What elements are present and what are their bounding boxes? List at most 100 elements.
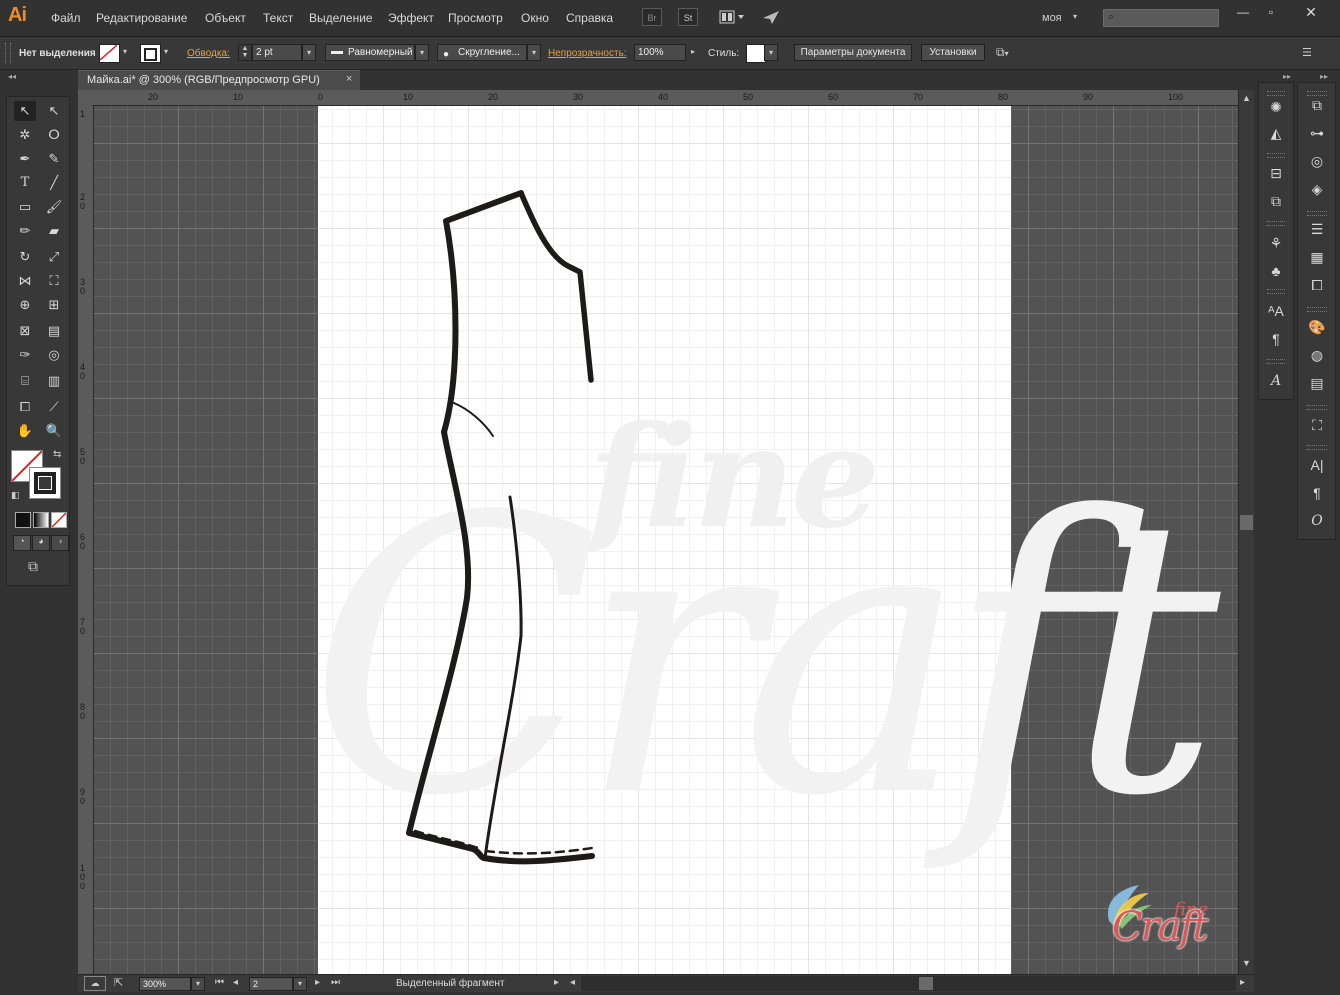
pen-tool-icon[interactable]: ✒ [14,149,36,169]
collapse-toolbar-icon[interactable]: ◂◂ [8,72,16,81]
next-artboard-icon[interactable]: ▸ [315,977,320,988]
panel-grip[interactable] [1267,221,1285,226]
status-menu-arrow-icon[interactable]: ▸ [554,977,559,988]
brush-dropdown[interactable]: ▾ [527,44,541,61]
vertical-ruler[interactable]: 1 2 0 3 0 4 0 5 0 6 0 7 0 8 0 9 0 1 0 0 [78,106,94,974]
selection-tool-icon[interactable]: ↖ [14,101,36,121]
arrange-documents-icon[interactable] [719,10,745,24]
symbols-panel-icon[interactable]: ◭ [1264,123,1288,143]
collapse-dock2-icon[interactable]: ▸▸ [1320,72,1328,81]
scroll-down-icon[interactable]: ▼ [1242,958,1251,968]
panel-grip[interactable] [1307,405,1327,410]
asset-export-panel-icon[interactable]: ⚘ [1264,233,1288,253]
horizontal-scrollbar[interactable] [581,976,1236,991]
scroll-left-icon[interactable]: ◂ [570,977,575,988]
opacity-field[interactable]: 100% [634,44,686,61]
width-tool-icon[interactable]: ⋈ [14,271,36,291]
magic-wand-tool-icon[interactable]: ✲ [14,125,36,145]
swatches-grid-panel-icon[interactable]: ▦ [1305,247,1329,267]
scroll-right-icon[interactable]: ▸ [1240,977,1245,988]
clubs-symbol-icon[interactable]: ♣ [1264,261,1288,281]
line-tool-icon[interactable]: ╱ [43,173,65,193]
curvature-tool-icon[interactable]: ✎ [43,149,65,169]
vertical-scroll-thumb[interactable] [1240,515,1253,530]
character-styles-panel-icon[interactable]: ᴬA [1264,301,1288,321]
vertical-scrollbar[interactable]: ▲ ▼ [1238,90,1254,974]
column-graph-tool-icon[interactable]: ▥ [43,371,65,391]
fill-dropdown[interactable]: ▾ [118,44,132,61]
panel-grip[interactable] [5,43,11,63]
transform-panel-icon[interactable]: ⧉ [1305,95,1329,115]
pathfinder-panel-icon[interactable]: ⧉ [1264,191,1288,211]
close-tab-icon[interactable]: × [346,73,352,85]
rotate-tool-icon[interactable]: ↻ [14,247,36,267]
scale-tool-icon[interactable]: ⤢ [43,247,65,267]
artboard-tool-icon[interactable]: ⧠ [14,397,36,417]
direct-selection-tool-icon[interactable]: ↖ [43,101,65,121]
panel-grip[interactable] [1307,445,1327,450]
stroke-color-box[interactable] [29,467,61,499]
menu-window[interactable]: Окно [521,11,549,25]
paintbrush-tool-icon[interactable]: 🖌 [43,197,65,217]
scroll-up-icon[interactable]: ▲ [1242,93,1251,103]
graphic-style-swatch[interactable] [746,44,766,63]
menu-file[interactable]: Файл [51,11,81,25]
stroke-weight-stepper[interactable]: ▲ ▼ [238,44,252,61]
search-input[interactable]: ⌕ [1103,9,1219,27]
shape-builder-tool-icon[interactable]: ⊕ [14,295,36,315]
paragraph-styles-panel-icon[interactable]: ¶ [1264,329,1288,349]
menu-object[interactable]: Объект [205,11,246,25]
artboard-number-field[interactable]: 2 [249,977,293,991]
menu-view[interactable]: Просмотр [448,11,503,25]
paragraph-panel-icon[interactable]: ¶ [1305,483,1329,503]
pencil-tool-icon[interactable]: ✏ [14,221,36,241]
workspace-switcher[interactable]: моя [1042,12,1062,24]
gradient-mode-icon[interactable] [33,512,49,528]
document-tab[interactable]: Майка.ai* @ 300% (RGB/Предпросмотр GPU) … [78,70,360,90]
menu-effect[interactable]: Эффект [388,11,434,25]
stroke-panel-link[interactable]: Обводка: [187,48,230,59]
properties-panel-icon[interactable]: ☰ [1305,219,1329,239]
horizontal-scroll-thumb[interactable] [919,977,933,990]
panel-grip[interactable] [1267,91,1285,96]
draw-normal-icon[interactable]: ◔ [13,535,31,551]
eraser-tool-icon[interactable]: ▰ [43,221,65,241]
panel-grip[interactable] [1267,359,1285,364]
none-mode-icon[interactable] [51,512,67,528]
gradient-panel-icon[interactable]: ▤ [1305,373,1329,393]
default-colors-icon[interactable]: ◧ [11,490,20,501]
rectangle-tool-icon[interactable]: ▭ [14,197,36,217]
panel-grip[interactable] [1307,307,1327,312]
opacity-slider-arrow[interactable]: ▸ [686,44,700,61]
document-setup-button[interactable]: Параметры документа [794,44,912,61]
artboards-panel-icon[interactable]: ⧠ [1305,275,1329,295]
last-artboard-icon[interactable]: ⏭ [331,977,340,988]
gradient-tool-icon[interactable]: ▤ [43,321,65,341]
stroke-dropdown[interactable]: ▾ [159,44,173,61]
eyedropper-tool-icon[interactable]: ✑ [14,345,36,365]
slice-tool-icon[interactable]: ⟋ [43,397,65,417]
stroke-weight-dropdown[interactable]: ▾ [302,44,316,61]
artboard-nav-panel-icon[interactable]: ⛶ [1305,415,1329,435]
color-panel-icon[interactable]: 🎨 [1305,317,1329,337]
menu-edit[interactable]: Редактирование [96,11,187,25]
glyphs-panel-icon[interactable]: A [1264,371,1288,391]
lasso-tool-icon[interactable]: ⵔ [43,125,65,145]
first-artboard-icon[interactable]: ⏮ [215,977,224,988]
perspective-grid-tool-icon[interactable]: ⊞ [43,295,65,315]
panel-grip[interactable] [1307,211,1327,216]
swap-fill-stroke-icon[interactable]: ⇆ [53,449,61,460]
fill-swatch[interactable] [99,44,120,63]
close-window-button[interactable]: ✕ [1298,4,1324,20]
opacity-panel-link[interactable]: Непрозрачность: [548,48,627,59]
stroke-weight-field[interactable]: 2 pt [252,44,302,61]
stroke-swatch[interactable] [140,44,161,63]
stock-button[interactable]: St [678,8,698,26]
horizontal-ruler[interactable]: 20 10 0 10 20 30 40 50 60 70 80 90 100 [92,90,1238,106]
tank-top-pattern[interactable] [318,106,1011,974]
align-panel-icon[interactable]: ⊟ [1264,163,1288,183]
export-icon[interactable]: ⇱ [114,976,123,989]
type-tool-icon[interactable]: T [14,173,36,193]
hand-tool-icon[interactable]: ✋ [14,421,36,441]
mesh-tool-icon[interactable]: ⊠ [14,321,36,341]
